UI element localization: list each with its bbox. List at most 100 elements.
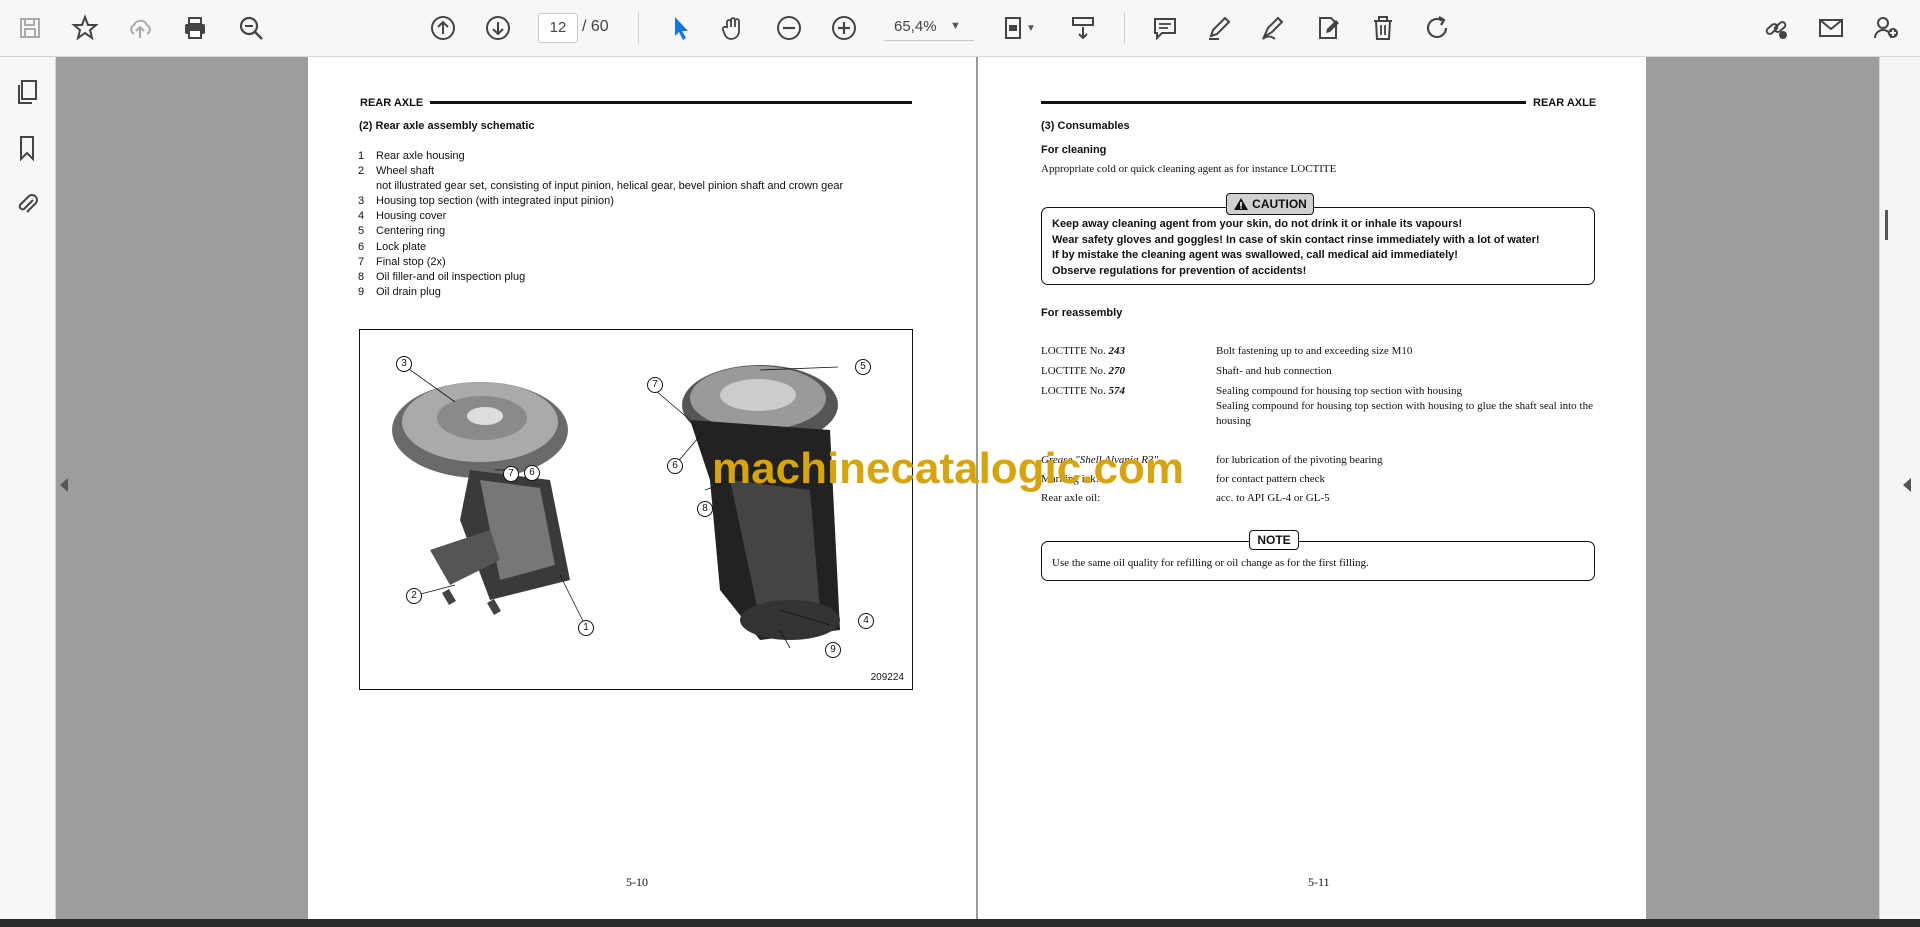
list-item: 3 Housing top section (with integrated in…: [358, 194, 843, 209]
item-text: Final stop (2x): [376, 255, 446, 268]
warning-triangle-icon: [1234, 198, 1249, 210]
callout-8: 8: [697, 501, 713, 517]
table-cell: LOCTITE No. 243: [1041, 344, 1216, 364]
callout-6b: 6: [667, 458, 683, 474]
table-cell: Sealing compound for housing top section…: [1216, 385, 1462, 397]
highlight-pen-icon[interactable]: [1199, 8, 1239, 48]
caution-line: If by mistake the cleaning agent was swa…: [1052, 249, 1458, 261]
table-cell: Shaft- and hub connection: [1216, 365, 1332, 377]
caution-text: CAUTION: [1252, 197, 1307, 211]
header-rule: [1041, 101, 1526, 104]
item-text: Wheel shaft: [376, 165, 435, 178]
list-item: 8 Oil filler-and oil inspection plug: [358, 270, 843, 285]
marking-desc: for contact pattern check: [1216, 473, 1326, 485]
table-cell: LOCTITE No. 270: [1041, 364, 1216, 384]
list-item: 4 Housing cover: [358, 209, 843, 224]
table-cell: Sealing compound for housing top section…: [1216, 400, 1593, 427]
item-text: Housing cover: [376, 210, 447, 223]
page-thumbnails-icon[interactable]: [10, 75, 44, 109]
table-cell: Bolt fastening up to and exceeding size …: [1216, 345, 1413, 357]
edit-document-icon[interactable]: [1308, 8, 1348, 48]
item-text: Centering ring: [376, 225, 446, 238]
redo-icon[interactable]: [1418, 8, 1458, 48]
caution-label: CAUTION: [1226, 193, 1314, 215]
watermark-text: machinecatalogic.com: [712, 444, 1184, 493]
bottom-bar: [0, 919, 1920, 927]
caution-line: Observe regulations for prevention of ac…: [1052, 264, 1307, 277]
header-rule: [430, 101, 912, 104]
expand-right-panel-icon[interactable]: [1903, 478, 1911, 492]
axle-illustration: [392, 363, 840, 649]
share-link-icon[interactable]: [1756, 8, 1796, 48]
draw-icon[interactable]: [1253, 8, 1293, 48]
loctite-table: LOCTITE No. 243 Bolt fastening up to and…: [1041, 344, 1593, 429]
table-row: LOCTITE No. 243 Bolt fastening up to and…: [1041, 344, 1593, 364]
right-panel-rail: [1879, 57, 1920, 919]
previous-page-icon[interactable]: [423, 8, 463, 48]
zoom-in-icon[interactable]: [824, 8, 864, 48]
cleaning-title: For cleaning: [1041, 144, 1107, 156]
scroll-mode-icon[interactable]: [1063, 8, 1103, 48]
list-item: 2 Wheel shaft: [358, 164, 843, 179]
cloud-upload-icon[interactable]: [120, 8, 160, 48]
item-number: 8: [358, 270, 365, 283]
item-text: Housing top section (with integrated inp…: [376, 195, 614, 208]
note-text: Use the same oil quality for refilling o…: [1052, 557, 1369, 569]
cleaning-text: Appropriate cold or quick cleaning agent…: [1041, 163, 1337, 175]
page-number-input[interactable]: 12: [538, 13, 578, 43]
page-header: REAR AXLE: [1533, 97, 1597, 109]
page-total: / 60: [582, 18, 609, 35]
item-number: [358, 179, 376, 194]
list-item: 5 Centering ring: [358, 224, 843, 239]
figure-id: 209224: [870, 672, 904, 683]
left-navigation-rail: [0, 57, 56, 919]
callout-4: 4: [858, 613, 874, 629]
loctite-number: 243: [1108, 345, 1126, 357]
list-item: 6 Lock plate: [358, 240, 843, 255]
bookmark-icon[interactable]: [10, 131, 44, 165]
item-number: 3: [358, 195, 365, 208]
callout-6: 6: [524, 465, 540, 481]
scrollbar-thumb[interactable]: [1885, 210, 1888, 240]
zoom-search-icon[interactable]: [231, 8, 271, 48]
print-icon[interactable]: [175, 8, 215, 48]
collapse-left-panel-icon[interactable]: [60, 478, 68, 492]
page-fit-dropdown-icon[interactable]: ▼: [1021, 8, 1041, 48]
list-item: 7 Final stop (2x): [358, 255, 843, 270]
reassembly-title: For reassembly: [1041, 307, 1123, 319]
loctite-prefix: LOCTITE No.: [1041, 365, 1109, 377]
list-item: not illustrated gear set, consisting of …: [358, 179, 843, 194]
trash-icon[interactable]: [1363, 8, 1403, 48]
add-user-icon[interactable]: [1866, 8, 1906, 48]
table-cell: [1041, 399, 1216, 429]
page-number: 5-10: [626, 875, 648, 889]
section-title: (3) Consumables: [1041, 120, 1130, 132]
callout-9: 9: [825, 642, 841, 658]
hand-tool-icon[interactable]: [713, 8, 753, 48]
callout-2: 2: [406, 588, 422, 604]
star-icon[interactable]: [65, 8, 105, 48]
comment-icon[interactable]: [1145, 8, 1185, 48]
loctite-number: 574: [1108, 385, 1126, 397]
zoom-out-icon[interactable]: [769, 8, 809, 48]
item-number: 6: [358, 240, 365, 253]
main-toolbar: 12 / 60 65,4% ▼ ▼: [0, 0, 1920, 57]
item-number: 9: [358, 285, 365, 298]
select-cursor-icon[interactable]: [660, 8, 700, 48]
email-icon[interactable]: [1811, 8, 1851, 48]
save-icon[interactable]: [10, 8, 50, 48]
item-text: Rear axle housing: [376, 150, 465, 162]
caution-line: Keep away cleaning agent from your skin,…: [1052, 218, 1463, 230]
toolbar-separator: [638, 12, 639, 44]
toolbar-separator: [1124, 12, 1125, 44]
item-number: 5: [358, 225, 365, 238]
attachment-icon[interactable]: [10, 187, 44, 221]
parts-list: 1 Rear axle housing 2 Wheel shaft not illu…: [358, 149, 843, 300]
caution-box: Keep away cleaning agent from your skin,…: [1041, 207, 1595, 285]
item-text: not illustrated gear set, consisting of …: [376, 180, 844, 193]
caution-line: Wear safety gloves and goggles! In case …: [1052, 233, 1540, 246]
grease-desc: for lubrication of the pivoting bearing: [1216, 454, 1383, 466]
chevron-down-icon[interactable]: ▼: [950, 20, 961, 32]
next-page-icon[interactable]: [478, 8, 518, 48]
item-text: Lock plate: [376, 240, 427, 253]
